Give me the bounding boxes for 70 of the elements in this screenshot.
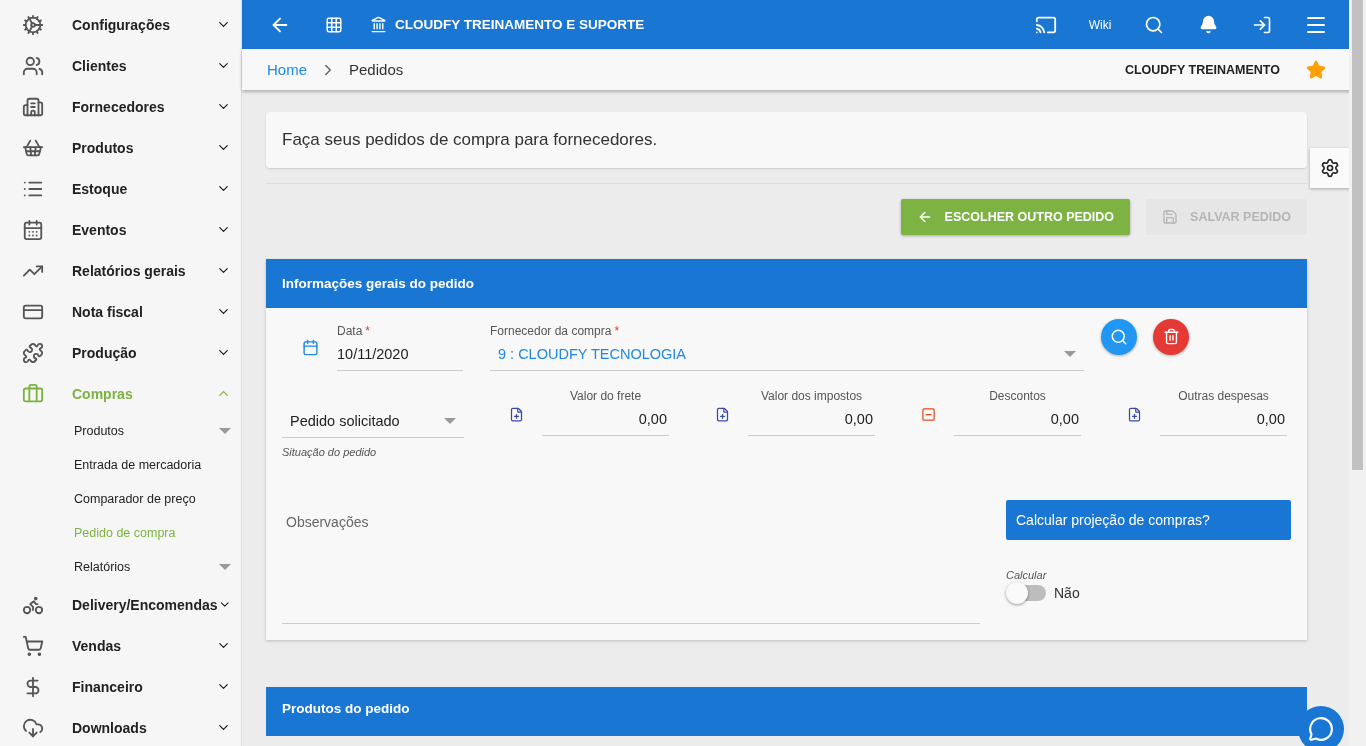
- minus-icon[interactable]: [921, 407, 936, 422]
- calendar-icon[interactable]: [302, 339, 319, 356]
- sidebar-item[interactable]: Produção: [0, 332, 241, 373]
- amount-field[interactable]: Outras despesas 0,00: [1160, 389, 1287, 436]
- sidebar-item[interactable]: Clientes: [0, 45, 241, 86]
- select-value: Pedido solicitado: [290, 413, 400, 429]
- breadcrumb-link[interactable]: Home: [267, 61, 307, 78]
- notes-field[interactable]: Observações: [282, 500, 980, 624]
- chat-button[interactable]: [1298, 706, 1344, 746]
- sidebar-subitem[interactable]: Relatórios: [0, 550, 241, 584]
- status-select[interactable]: Pedido solicitado: [282, 413, 464, 438]
- add-document-icon[interactable]: [715, 407, 730, 422]
- wiki-link[interactable]: Wiki: [1084, 8, 1116, 41]
- briefcase-icon: [22, 382, 44, 405]
- section-title: Produtos do pedido: [266, 687, 1307, 736]
- settings-button[interactable]: [1310, 148, 1350, 188]
- sidebar-item[interactable]: Configurações: [0, 4, 241, 45]
- trash-icon: [1162, 328, 1180, 345]
- caret-icon: [1064, 351, 1076, 357]
- people-icon: [22, 54, 44, 77]
- building-icon: [22, 95, 44, 118]
- add-document-icon[interactable]: [509, 407, 524, 422]
- gear-icon: [1320, 158, 1340, 178]
- star-icon[interactable]: [1306, 59, 1326, 80]
- toggle-label: Calcular: [1006, 569, 1048, 581]
- sidebar-item[interactable]: Produtos: [0, 127, 241, 168]
- sidebar-item[interactable]: Estoque: [0, 168, 241, 209]
- toggle-switch[interactable]: [1008, 585, 1046, 601]
- delete-button[interactable]: [1153, 318, 1189, 355]
- amount-field[interactable]: Descontos 0,00: [954, 389, 1081, 436]
- sidebar-item[interactable]: Delivery/Encomendas: [0, 584, 241, 625]
- puzzle-icon: [22, 341, 44, 364]
- sidebar-subitem[interactable]: Entrada de mercadoria: [0, 448, 241, 482]
- date-field[interactable]: Data * 10/11/2020: [337, 324, 463, 371]
- sidebar-item[interactable]: Financeiro: [0, 666, 241, 707]
- sidebar-item[interactable]: Vendas: [0, 625, 241, 666]
- required-mark: *: [614, 324, 620, 338]
- gear-icon: [22, 13, 44, 36]
- sidebar-item[interactable]: Nota fiscal: [0, 291, 241, 332]
- caret-icon: [444, 418, 456, 424]
- intro-text: Faça seus pedidos de compra para fornecedores.: [266, 112, 1307, 168]
- amount-field[interactable]: Valor dos impostos 0,00: [748, 389, 875, 436]
- amount-field[interactable]: Valor do frete 0,00: [542, 389, 669, 436]
- cart-icon: [22, 634, 44, 657]
- app-title: CLOUDFY TREINAMENTO E SUPORTE: [395, 17, 646, 32]
- select-value: 9 : CLOUDFY TECNOLOGIA: [498, 346, 686, 362]
- bank-icon: [370, 16, 387, 33]
- search-button[interactable]: [1101, 318, 1137, 355]
- scrollbar[interactable]: [1349, 0, 1366, 746]
- supplier-select[interactable]: Fornecedor da compra * 9 : CLOUDFY TECNOLOGIA: [490, 324, 1084, 371]
- sidebar-subitem[interactable]: Comparador de preço: [0, 482, 241, 516]
- cloud-download-icon: [22, 716, 44, 739]
- toggle-state: Não: [1054, 585, 1080, 601]
- required-mark: *: [365, 324, 371, 338]
- chat-bubble-icon: [1308, 716, 1334, 742]
- company-name: CLOUDFY TREINAMENTO: [1124, 62, 1280, 77]
- search-icon: [1144, 14, 1164, 35]
- search-icon: [1110, 327, 1128, 346]
- sidebar-item[interactable]: Downloads: [0, 707, 241, 746]
- sidebar-item[interactable]: Fornecedores: [0, 86, 241, 127]
- projection-banner: Calcular projeção de compras?: [1006, 500, 1291, 540]
- sidebar-item[interactable]: Relatórios gerais: [0, 250, 241, 291]
- section-title: Informações gerais do pedido: [266, 259, 1307, 308]
- field-hint: Situação do pedido: [282, 446, 378, 458]
- breadcrumb-current: Pedidos: [349, 61, 404, 78]
- add-document-icon[interactable]: [1127, 407, 1142, 422]
- sidebar-item[interactable]: Eventos: [0, 209, 241, 250]
- save-icon: [1162, 209, 1179, 225]
- sidebar-subitem[interactable]: Produtos: [0, 414, 241, 448]
- calendar-icon: [22, 218, 44, 241]
